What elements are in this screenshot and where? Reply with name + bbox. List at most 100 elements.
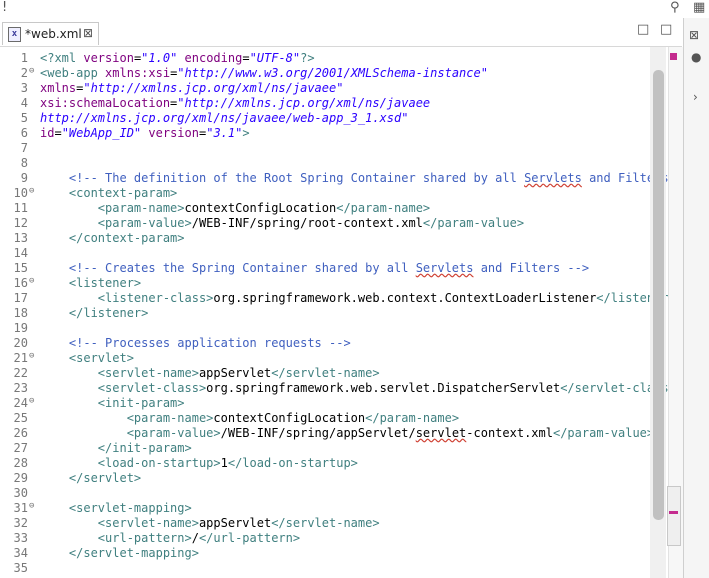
xml-text [40, 396, 98, 410]
code-text: </listener> [40, 306, 148, 320]
xml-text [40, 456, 98, 470]
xml-tag: </param-name> [365, 411, 460, 425]
code-line[interactable]: 34 </servlet-mapping> [0, 546, 668, 561]
overview-warning-marker[interactable] [669, 511, 678, 514]
code-line[interactable]: 17 <listener-class>org.springframework.w… [0, 291, 668, 306]
xml-text [40, 186, 69, 200]
code-text: <servlet-name>appServlet</servlet-name> [40, 366, 380, 380]
xml-attribute: version [83, 51, 134, 65]
code-line[interactable]: 3 xmlns="http://xmlns.jcp.org/xml/ns/java… [0, 81, 668, 96]
search-icon[interactable]: ⚲ [670, 0, 680, 15]
line-number: 18 [13, 306, 28, 320]
code-text: <param-name>contextConfigLocation</param… [40, 411, 459, 425]
xml-text [40, 441, 98, 455]
code-line[interactable]: 23 <servlet-class>org.springframework.we… [0, 381, 668, 396]
code-text: id="WebApp_ID" version="3.1"> [40, 126, 250, 140]
xml-tag: </servlet-mapping> [68, 546, 199, 560]
code-line[interactable]: 6 id="WebApp_ID" version="3.1"> [0, 126, 668, 141]
code-line[interactable]: 35 [0, 561, 668, 576]
code-line[interactable]: 19 [0, 321, 668, 336]
code-line[interactable]: 7 [0, 141, 668, 156]
code-line[interactable]: 21 ⊖ <servlet> [0, 351, 668, 366]
code-line[interactable]: 9 <!-- The definition of the Root Spring… [0, 171, 668, 186]
code-line[interactable]: 25 <param-name>contextConfigLocation</pa… [0, 411, 668, 426]
line-number: 31 [13, 501, 28, 515]
code-line[interactable]: 20 <!-- Processes application requests -… [0, 336, 668, 351]
xml-text [40, 351, 69, 365]
window-top-strip: ! ⚲ ▦ [0, 0, 709, 18]
fold-collapse-icon[interactable]: ⊖ [29, 396, 34, 406]
maximize-icon[interactable]: □ [660, 22, 672, 37]
code-line[interactable]: 30 [0, 486, 668, 501]
code-line[interactable]: 27 </init-param> [0, 441, 668, 456]
minimize-icon[interactable]: □ [637, 22, 649, 37]
xml-source-editor[interactable]: 1 <?xml version="1.0" encoding="UTF-8"?> 2… [0, 47, 668, 578]
code-text: xmlns="http://xmlns.jcp.org/xml/ns/javae… [40, 81, 343, 95]
line-number: 6 [20, 126, 28, 140]
xml-text [40, 516, 98, 530]
xml-comment: <!-- Processes application requests --> [68, 336, 351, 350]
code-line[interactable]: 14 [0, 246, 668, 261]
xml-text [40, 546, 69, 560]
line-number: 19 [13, 321, 28, 335]
code-line[interactable]: 4 xsi:schemaLocation="http://xmlns.jcp.or… [0, 96, 668, 111]
fold-collapse-icon[interactable]: ⊖ [29, 501, 34, 511]
code-line[interactable]: 1 <?xml version="1.0" encoding="UTF-8"?> [0, 51, 668, 66]
xml-string: "http://www.w3.org/2001/XMLSchema-instan… [177, 66, 488, 80]
code-line[interactable]: 10 ⊖ <context-param> [0, 186, 668, 201]
code-text: <servlet-name>appServlet</servlet-name> [40, 516, 380, 530]
xml-string: "UTF-8" [249, 51, 301, 65]
xml-tag: <init-param> [97, 396, 185, 410]
xml-attribute: id [40, 126, 55, 140]
file-warning-icon: ! [2, 0, 8, 15]
code-line[interactable]: 28 <load-on-startup>1</load-on-startup> [0, 456, 668, 471]
fold-collapse-icon[interactable]: ⊖ [29, 351, 34, 361]
overview-viewport-box[interactable] [667, 486, 681, 546]
code-line[interactable]: 2 ⊖ <web-app xmlns:xsi="http://www.w3.org/… [0, 66, 668, 81]
xml-tag: <param-name> [126, 411, 214, 425]
code-text: <servlet> [40, 351, 134, 365]
code-line[interactable]: 24 ⊖ <init-param> [0, 396, 668, 411]
code-line[interactable]: 16 ⊖ <listener> [0, 276, 668, 291]
code-line[interactable]: 5 http://xmlns.jcp.org/xml/ns/javaee/web-… [0, 111, 668, 126]
code-line[interactable]: 31 ⊖ <servlet-mapping> [0, 501, 668, 516]
line-number: 23 [13, 381, 28, 395]
xml-text [40, 366, 98, 380]
xml-string: "http://xmlns.jcp.org/xml/ns/javaee" [83, 81, 344, 95]
fold-collapse-icon[interactable]: ⊖ [29, 276, 34, 286]
tab-close-icon[interactable]: ⊠ [83, 26, 93, 40]
code-line[interactable]: 13 </context-param> [0, 231, 668, 246]
xml-tag: </listener> [68, 306, 149, 320]
xml-tag: <param-value> [126, 426, 221, 440]
xml-text: org.springframework.web.servlet.Dispatch… [206, 381, 561, 395]
overview-error-marker[interactable] [670, 53, 677, 60]
code-line[interactable]: 11 <param-name>contextConfigLocation</pa… [0, 201, 668, 216]
xml-text: org.springframework.web.context.ContextL… [213, 291, 597, 305]
side-panel-view-icon[interactable]: ● [691, 50, 701, 64]
code-line[interactable]: 15 <!-- Creates the Spring Container sha… [0, 261, 668, 276]
line-number: 3 [20, 81, 28, 95]
code-line[interactable]: 26 <param-value>/WEB-INF/spring/appServl… [0, 426, 668, 441]
scrollbar-thumb[interactable] [653, 70, 664, 520]
line-number: 34 [13, 546, 28, 560]
code-line[interactable]: 33 <url-pattern>/</url-pattern> [0, 531, 668, 546]
code-text: <!-- Processes application requests --> [40, 336, 351, 350]
fold-collapse-icon[interactable]: ⊖ [29, 66, 34, 76]
chevron-right-icon[interactable]: › [693, 90, 698, 104]
code-line[interactable]: 29 </servlet> [0, 471, 668, 486]
code-line[interactable]: 8 [0, 156, 668, 171]
xml-text [40, 306, 69, 320]
line-number: 15 [13, 261, 28, 275]
code-line[interactable]: 18 </listener> [0, 306, 668, 321]
fold-collapse-icon[interactable]: ⊖ [29, 186, 34, 196]
xml-comment: <!-- The definition of the Root Spring C… [68, 171, 525, 185]
xml-comment: and Filters --> [473, 261, 590, 275]
line-number: 9 [20, 171, 28, 185]
toolbar-menu-icon[interactable]: ▦ [693, 0, 705, 15]
code-line[interactable]: 32 <servlet-name>appServlet</servlet-nam… [0, 516, 668, 531]
tab-web-xml[interactable]: x *web.xml ⊠ [2, 22, 99, 45]
code-line[interactable]: 12 <param-value>/WEB-INF/spring/root-con… [0, 216, 668, 231]
side-panel-close-icon[interactable]: ⊠ [689, 28, 699, 42]
xml-string: "http://xmlns.jcp.org/xml/ns/javaee [177, 96, 431, 110]
code-line[interactable]: 22 <servlet-name>appServlet</servlet-nam… [0, 366, 668, 381]
